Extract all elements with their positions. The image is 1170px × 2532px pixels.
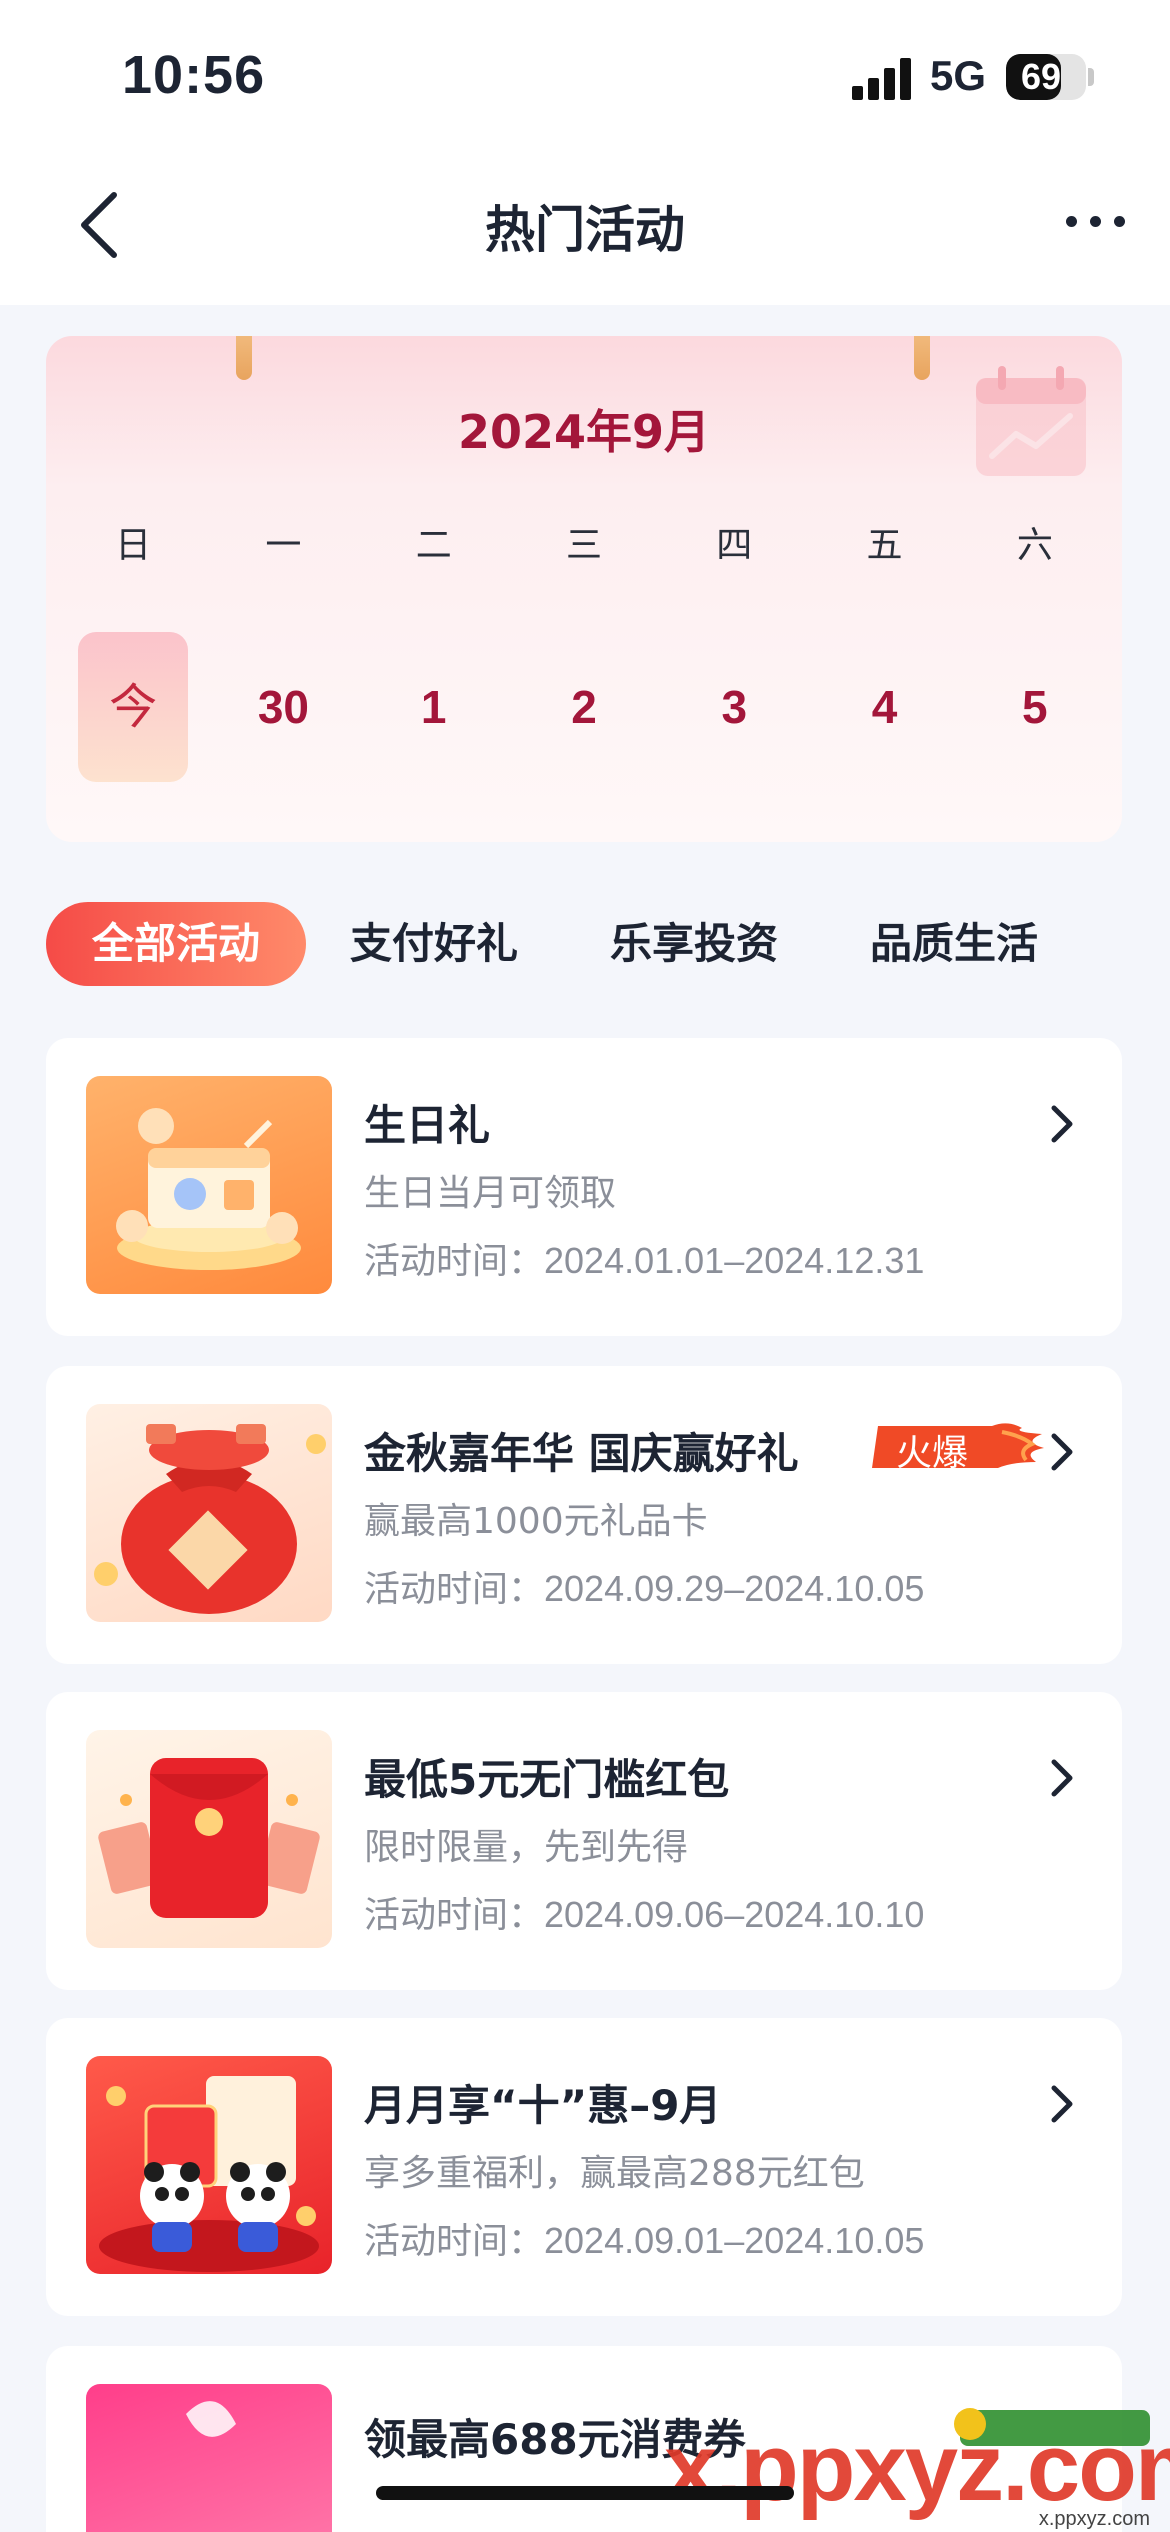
category-tabs: 全部活动 支付好礼 乐享投资 品质生活 bbox=[46, 902, 1122, 986]
status-time: 10:56 bbox=[122, 45, 266, 105]
panda-illustration bbox=[86, 2056, 332, 2274]
cellular-signal-icon bbox=[852, 56, 912, 100]
activity-desc: 享多重福利，赢最高288元红包 bbox=[364, 2153, 865, 2194]
activity-time: 活动时间：2024.09.01–2024.10.05 bbox=[364, 2212, 924, 2264]
activity-card[interactable]: 金秋嘉年华 国庆赢好礼 火爆 赢最高1000元礼品卡 活动时间：2024.09.… bbox=[46, 1366, 1122, 1664]
weekday-label: 三 bbox=[565, 525, 602, 566]
chevron-right-icon bbox=[1051, 1105, 1073, 1143]
hot-badge-label: 火爆 bbox=[896, 1433, 969, 1474]
activity-time: 活动时间：2024.09.29–2024.10.05 bbox=[364, 1560, 924, 1612]
more-dot bbox=[1066, 216, 1077, 227]
time-label: 活动时间： bbox=[364, 1569, 545, 1610]
weekday-label: 五 bbox=[866, 525, 903, 566]
watermark-text: x.ppxyz.com bbox=[664, 2414, 1170, 2521]
chevron-right-icon bbox=[1051, 1759, 1073, 1797]
calendar-day[interactable]: 30 bbox=[208, 632, 358, 782]
time-range: 2024.09.01–2024.10.05 bbox=[544, 2220, 925, 2261]
calendar-month: 2024年9月 bbox=[457, 405, 711, 459]
time-range: 2024.01.01–2024.12.31 bbox=[544, 1240, 925, 1281]
calendar-hook bbox=[914, 336, 930, 380]
tab-quality-life[interactable]: 品质生活 bbox=[842, 902, 1066, 986]
pink-banner-illustration bbox=[86, 2384, 332, 2532]
calendar-day[interactable]: 1 bbox=[359, 632, 509, 782]
calendar-card: 2024年9月 日 一 二 三 四 五 六 今 30 1 2 3 4 5 bbox=[46, 336, 1122, 842]
activity-desc: 赢最高1000元礼品卡 bbox=[364, 1501, 708, 1542]
watermark: x.ppxyz.com x.ppxyz.com bbox=[660, 2404, 1170, 2530]
day-number: 2 bbox=[571, 681, 597, 733]
weekday-label: 二 bbox=[415, 525, 452, 566]
time-range: 2024.09.29–2024.10.05 bbox=[544, 1568, 925, 1609]
activity-time: 活动时间：2024.01.01–2024.12.31 bbox=[364, 1232, 924, 1284]
battery-icon: 69 bbox=[1006, 54, 1086, 100]
lucky-bag-illustration bbox=[86, 1404, 332, 1622]
activity-title: 月月享“十”惠–9月 bbox=[364, 2081, 722, 2130]
time-label: 活动时间： bbox=[364, 2221, 545, 2262]
status-bar: 10:56 5G 69 bbox=[0, 0, 1170, 150]
watermark-url: x.ppxyz.com bbox=[1038, 2508, 1150, 2530]
activity-title: 生日礼 bbox=[364, 1101, 491, 1150]
weekday-label: 四 bbox=[716, 525, 753, 566]
tab-payment-gifts[interactable]: 支付好礼 bbox=[322, 902, 546, 986]
activity-card[interactable]: 生日礼 生日当月可领取 活动时间：2024.01.01–2024.12.31 bbox=[46, 1038, 1122, 1336]
activity-card[interactable]: 最低5元无门槛红包 限时限量，先到先得 活动时间：2024.09.06–2024… bbox=[46, 1692, 1122, 1990]
tab-investment[interactable]: 乐享投资 bbox=[582, 902, 806, 986]
tab-all[interactable]: 全部活动 bbox=[46, 902, 306, 986]
activity-title: 金秋嘉年华 国庆赢好礼 bbox=[364, 1429, 799, 1478]
activity-card[interactable]: 月月享“十”惠–9月 享多重福利，赢最高288元红包 活动时间：2024.09.… bbox=[46, 2018, 1122, 2316]
more-dot bbox=[1090, 216, 1101, 227]
calendar-day-today[interactable]: 今 bbox=[58, 632, 208, 782]
activity-desc: 限时限量，先到先得 bbox=[364, 1827, 689, 1868]
gift-box-illustration bbox=[86, 1076, 332, 1294]
day-number: 5 bbox=[1022, 681, 1048, 733]
chevron-right-icon bbox=[1051, 2085, 1073, 2123]
more-dot bbox=[1114, 216, 1125, 227]
day-number: 30 bbox=[257, 681, 309, 733]
activity-time: 活动时间：2024.09.06–2024.10.10 bbox=[364, 1886, 924, 1938]
calendar-weekdays: 日 一 二 三 四 五 六 bbox=[58, 516, 1110, 568]
activity-desc: 生日当月可领取 bbox=[364, 1173, 617, 1214]
weekday-label: 一 bbox=[265, 525, 302, 566]
nav-bar: 热门活动 bbox=[0, 150, 1170, 305]
home-indicator[interactable] bbox=[376, 2486, 794, 2500]
more-button[interactable] bbox=[1060, 202, 1130, 242]
time-label: 活动时间： bbox=[364, 1895, 545, 1936]
network-type: 5G bbox=[930, 52, 987, 99]
calendar-day[interactable]: 2 bbox=[509, 632, 659, 782]
battery-tip bbox=[1088, 68, 1094, 86]
day-number: 1 bbox=[420, 681, 447, 733]
day-number: 3 bbox=[721, 681, 748, 733]
activity-title: 最低5元无门槛红包 bbox=[364, 1755, 730, 1804]
calendar-day[interactable]: 5 bbox=[960, 632, 1110, 782]
time-label: 活动时间： bbox=[364, 1241, 545, 1282]
day-number: 今 bbox=[109, 679, 158, 735]
weekday-label: 日 bbox=[115, 525, 152, 566]
hot-badge: 火爆 bbox=[872, 1418, 1048, 1474]
calendar-days: 今 30 1 2 3 4 5 bbox=[58, 632, 1110, 782]
day-number: 4 bbox=[871, 681, 898, 733]
time-range: 2024.09.06–2024.10.10 bbox=[544, 1894, 925, 1935]
red-envelope-illustration bbox=[86, 1730, 332, 1948]
calendar-day[interactable]: 3 bbox=[659, 632, 809, 782]
weekday-label: 六 bbox=[1016, 525, 1053, 566]
calendar-hook bbox=[236, 336, 252, 380]
page-title: 热门活动 bbox=[485, 201, 685, 259]
battery-percent: 69 bbox=[1020, 56, 1062, 97]
chevron-right-icon bbox=[1051, 1433, 1073, 1471]
calendar-day[interactable]: 4 bbox=[809, 632, 959, 782]
